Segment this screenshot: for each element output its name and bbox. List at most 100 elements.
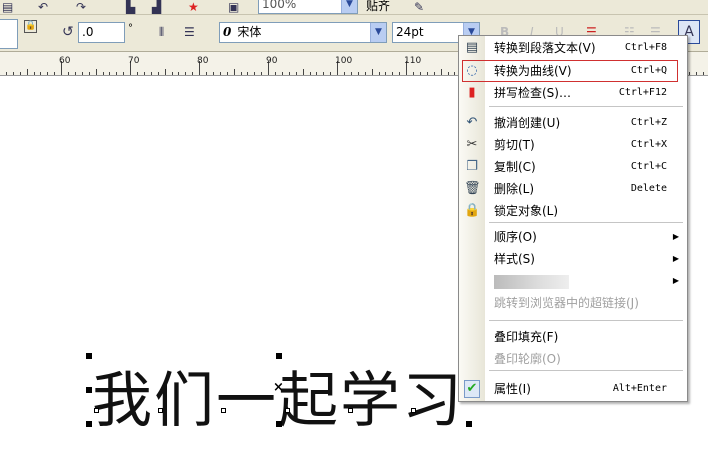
menu-item-label: 锁定对象(L) — [494, 204, 559, 218]
ruler-label: 110 — [404, 56, 422, 66]
ruler-tick — [364, 72, 366, 75]
spell-check-icon: ▮ — [468, 85, 476, 100]
selection-handle[interactable] — [86, 421, 92, 427]
menu-item[interactable]: ✂ 剪切(T) Ctrl+X — [459, 134, 687, 156]
ruler-tick — [302, 69, 304, 75]
ruler-tick — [26, 69, 28, 75]
ruler-tick — [413, 72, 414, 75]
ruler-tick — [254, 72, 256, 75]
menu-item[interactable]: 顺序(O) ▶ — [459, 226, 687, 248]
char-node[interactable] — [94, 408, 99, 413]
curve-icon: ◌ — [466, 63, 478, 78]
selection-handle[interactable] — [276, 353, 282, 359]
ruler-tick — [212, 72, 214, 75]
ruler-tick — [288, 72, 290, 75]
ruler-tick — [33, 72, 35, 75]
snap-menu[interactable]: 贴齐 — [366, 0, 390, 14]
char-node[interactable] — [348, 408, 353, 413]
ruler-tick — [137, 72, 138, 75]
menu-item-shortcut: Delete — [630, 183, 667, 194]
rotate-icon: ↺ — [62, 24, 74, 40]
char-node[interactable] — [411, 408, 416, 413]
ruler-label: 60 — [59, 56, 71, 66]
check-icon: ✔ — [464, 380, 480, 398]
menu-item[interactable]: 🗑 删除(L) Delete — [459, 178, 687, 200]
ruler-tick — [433, 72, 435, 75]
ruler-tick — [192, 72, 194, 75]
menu-item[interactable]: ▤ 转换到段落文本(V) Ctrl+F8 — [459, 37, 687, 59]
ruler-tick — [344, 72, 345, 75]
app-launcher-icon[interactable]: ▣ — [228, 0, 239, 14]
menu-item-shortcut: Ctrl+C — [630, 161, 667, 172]
menu-item-label: 转换为曲线(V) — [494, 64, 572, 78]
lock-ratio-icon[interactable]: 🔒 — [24, 20, 37, 33]
ruler-tick — [371, 69, 373, 75]
ruler-tick — [454, 72, 456, 75]
ruler-tick — [378, 72, 380, 75]
menu-item[interactable]: 样式(S) ▶ — [459, 248, 687, 270]
menu-item[interactable]: ↶ 撤消创建(U) Ctrl+Z — [459, 112, 687, 134]
mirror-horizontal-icon[interactable]: ⫴ — [159, 25, 164, 39]
redo-icon[interactable]: ↷ — [76, 0, 86, 14]
menu-item: 叠印轮廓(O) — [459, 348, 687, 370]
rotation-field[interactable]: .0 — [78, 22, 125, 43]
menu-separator — [489, 106, 683, 107]
star-icon[interactable]: ★ — [188, 0, 199, 14]
undo-icon: ↶ — [466, 115, 478, 130]
ruler-tick — [447, 72, 449, 75]
selection-handle[interactable] — [276, 421, 282, 427]
menu-item[interactable]: 🔒 锁定对象(L) — [459, 200, 687, 222]
selection-handle[interactable] — [86, 387, 92, 393]
blurred-label — [494, 275, 569, 289]
ruler-tick — [74, 72, 76, 75]
ruler-tick — [88, 72, 90, 75]
mirror-vertical-icon[interactable]: ☰ — [184, 25, 195, 39]
ruler-tick — [350, 72, 352, 75]
standard-toolbar: ▤ ↶ ↷ ▙ ▟ ★ ▣ 100% ▼ 贴齐 ✎ — [0, 0, 708, 15]
undo-icon[interactable]: ↶ — [38, 0, 48, 14]
ruler-tick — [150, 72, 152, 75]
menu-item-label: 转换到段落文本(V) — [494, 41, 596, 55]
submenu-arrow-icon: ▶ — [672, 276, 679, 285]
trash-icon: 🗑 — [464, 181, 481, 196]
ruler-tick — [164, 69, 166, 75]
menu-item[interactable]: 叠印填充(F) — [459, 326, 687, 348]
export-icon[interactable]: ▟ — [152, 0, 161, 14]
ruler-tick — [178, 72, 180, 75]
ruler-label: 80 — [197, 56, 209, 66]
ruler-tick — [81, 72, 83, 75]
menu-item[interactable]: ❐ 复制(C) Ctrl+C — [459, 156, 687, 178]
menu-separator — [489, 370, 683, 371]
ruler-tick — [281, 72, 283, 75]
menu-item[interactable]: ✔ 属性(I) Alt+Enter — [459, 378, 687, 400]
menu-item[interactable]: ▮ 拼写检查(S)… Ctrl+F12 — [459, 82, 687, 104]
ruler-tick — [419, 72, 421, 75]
ruler-tick — [323, 72, 325, 75]
selection-handle[interactable] — [86, 353, 92, 359]
document-icon[interactable]: ▤ — [2, 0, 13, 14]
ruler-tick — [330, 72, 332, 75]
center-mark-icon: × — [273, 380, 284, 395]
ruler-tick — [219, 72, 221, 75]
size-field[interactable] — [0, 19, 18, 49]
char-node[interactable] — [221, 408, 226, 413]
import-icon[interactable]: ▙ — [126, 0, 135, 14]
zoom-select[interactable]: 100% ▼ — [258, 0, 358, 14]
options-icon[interactable]: ✎ — [414, 0, 424, 14]
font-select[interactable]: 0 宋体 ▼ — [219, 22, 387, 43]
char-node[interactable] — [158, 408, 163, 413]
chevron-down-icon: ▼ — [341, 0, 357, 13]
ruler-tick — [233, 69, 235, 75]
ruler-tick — [143, 72, 145, 75]
ruler-tick — [109, 72, 111, 75]
lock-icon: 🔒 — [464, 203, 481, 218]
selection-handle[interactable] — [466, 421, 472, 427]
char-node[interactable] — [285, 408, 290, 413]
ruler-tick — [47, 72, 49, 75]
menu-item[interactable]: ▶ — [459, 270, 687, 292]
menu-item[interactable]: ◌ 转换为曲线(V) Ctrl+Q — [459, 60, 687, 82]
ruler-tick — [295, 72, 297, 75]
ruler-tick — [116, 72, 118, 75]
ruler-tick — [275, 72, 276, 75]
menu-item-label: 样式(S) — [494, 252, 535, 266]
